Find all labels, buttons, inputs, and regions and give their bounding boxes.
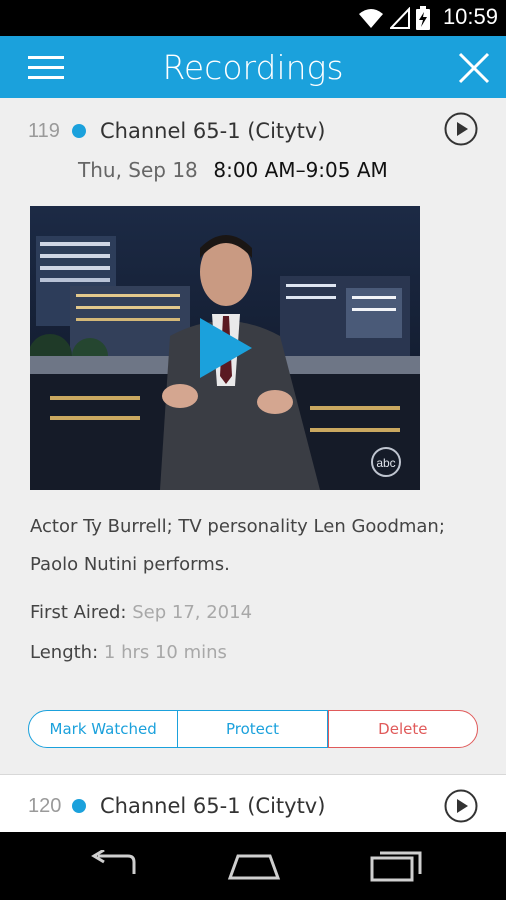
- recording-header: 120 Channel 65-1 (Citytv): [28, 793, 325, 819]
- first-aired: First Aired: Sep 17, 2014: [30, 602, 252, 623]
- mark-watched-button[interactable]: Mark Watched: [28, 710, 179, 748]
- page-title: Recordings: [162, 48, 344, 87]
- description-line: Paolo Nutini performs.: [30, 554, 230, 575]
- channel-name: Channel 65-1 (Citytv): [100, 794, 326, 818]
- recording-card[interactable]: 120 Channel 65-1 (Citytv): [0, 774, 506, 832]
- description-line: Actor Ty Burrell; TV personality Len Goo…: [30, 516, 445, 537]
- recording-header: 119 Channel 65-1 (Citytv): [28, 118, 325, 144]
- close-icon[interactable]: [454, 48, 494, 88]
- channel-number: 119: [28, 119, 60, 142]
- channel-number: 120: [28, 794, 62, 817]
- home-icon[interactable]: [226, 850, 282, 882]
- recording-card: 119 Channel 65-1 (Citytv) Thu, Sep 18 8:…: [0, 98, 506, 770]
- play-button[interactable]: [444, 112, 478, 146]
- status-time: 10:59: [442, 4, 498, 29]
- recent-apps-icon[interactable]: [368, 850, 424, 882]
- channel-dot-icon: [72, 799, 86, 813]
- back-icon[interactable]: [86, 850, 142, 882]
- recording-date: Thu, Sep 18: [78, 158, 198, 182]
- wifi-icon: [359, 9, 383, 28]
- length: Length: 1 hrs 10 mins: [30, 642, 227, 663]
- length-label: Length:: [30, 642, 99, 663]
- navigation-bar: [0, 832, 506, 900]
- first-aired-value: Sep 17, 2014: [132, 602, 253, 623]
- thumbnail-scene: abc: [30, 206, 420, 490]
- battery-charging-icon: [416, 6, 430, 30]
- first-aired-label: First Aired:: [30, 602, 127, 623]
- play-button[interactable]: [444, 789, 478, 823]
- channel-dot-icon: [72, 124, 86, 138]
- status-bar: 10:59: [0, 0, 506, 36]
- recording-datetime: Thu, Sep 18 8:00 AM–9:05 AM: [78, 158, 388, 183]
- cell-signal-icon: [390, 7, 410, 29]
- length-value: 1 hrs 10 mins: [103, 642, 227, 663]
- recording-actions: Mark Watched Protect Delete: [28, 710, 478, 748]
- network-watermark: abc: [376, 456, 395, 470]
- video-thumbnail[interactable]: abc: [30, 206, 420, 490]
- app-bar: Recordings: [0, 36, 506, 98]
- recording-time: 8:00 AM–9:05 AM: [213, 158, 388, 182]
- protect-button[interactable]: Protect: [178, 710, 328, 748]
- delete-button[interactable]: Delete: [327, 710, 478, 748]
- status-icons: [358, 6, 430, 30]
- channel-name: Channel 65-1 (Citytv): [100, 119, 326, 143]
- recordings-list[interactable]: 119 Channel 65-1 (Citytv) Thu, Sep 18 8:…: [0, 98, 506, 832]
- recording-description: Actor Ty Burrell; TV personality Len Goo…: [30, 508, 480, 584]
